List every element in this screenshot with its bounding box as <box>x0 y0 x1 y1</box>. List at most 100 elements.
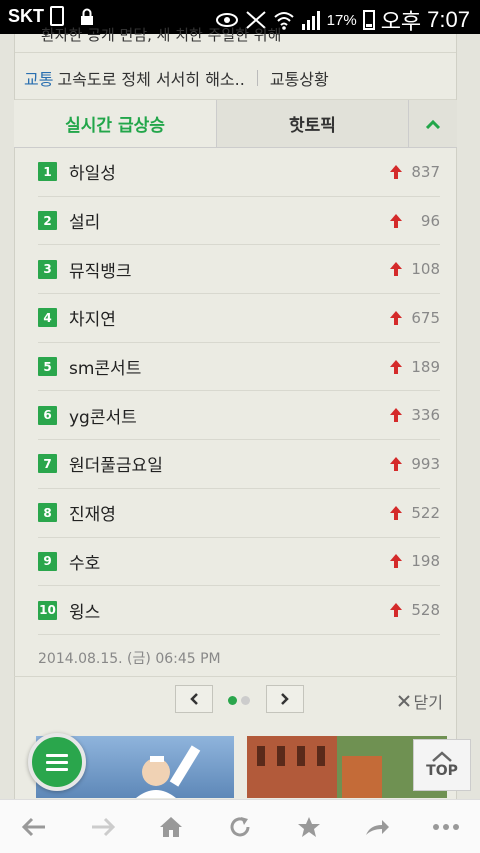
rank-badge: 3 <box>38 259 57 279</box>
rank-badge: 6 <box>38 405 57 425</box>
trending-item[interactable]: 1 하일성 837 <box>38 148 440 197</box>
share-icon <box>366 819 390 835</box>
close-label: 닫기 <box>413 693 443 712</box>
more-icon <box>432 823 459 830</box>
close-button[interactable]: 닫기 <box>397 689 443 713</box>
trending-item[interactable]: 4 차지연 675 <box>38 294 440 343</box>
trending-term: 원더풀금요일 <box>69 456 163 477</box>
trend-count: 837 <box>411 162 440 181</box>
trending-item[interactable]: 2 설리 96 <box>38 197 440 246</box>
chevron-left-icon <box>190 693 198 705</box>
battery-icon <box>362 10 375 30</box>
sim-icon <box>50 6 64 26</box>
trending-item[interactable]: 8 진재영 522 <box>38 489 440 538</box>
chevron-up-icon <box>432 751 452 762</box>
close-icon <box>397 695 410 707</box>
rank-badge: 8 <box>38 503 57 523</box>
arrow-up-icon <box>390 164 402 179</box>
rank-badge: 10 <box>38 600 57 620</box>
home-button[interactable] <box>137 816 206 838</box>
scroll-top-button[interactable]: TOP <box>413 739 471 791</box>
signal-icon <box>301 11 320 30</box>
trend-count: 336 <box>411 406 440 425</box>
reload-icon <box>230 816 250 836</box>
rank-badge: 9 <box>38 551 57 571</box>
top-label: TOP <box>426 763 458 779</box>
arrow-up-icon <box>390 456 402 471</box>
arrow-up-icon <box>390 554 402 569</box>
trending-term: sm콘서트 <box>69 359 142 380</box>
tab-hottopic[interactable]: 핫토픽 <box>217 100 409 147</box>
traffic-status-link[interactable]: 교통상황 <box>270 66 329 90</box>
prev-page-button[interactable] <box>175 685 213 713</box>
next-page-button[interactable] <box>266 685 304 713</box>
rank-badge: 1 <box>38 162 57 182</box>
chevron-right-icon <box>281 693 289 705</box>
divider <box>15 52 456 53</box>
trend-count: 189 <box>411 357 440 376</box>
rank-badge: 7 <box>38 454 57 474</box>
trending-term: yg콘서트 <box>69 407 137 428</box>
page-dot <box>241 696 250 705</box>
trending-item[interactable]: 3 뮤직뱅크 108 <box>38 245 440 295</box>
rank-badge: 4 <box>38 308 57 328</box>
arrow-up-icon <box>390 505 402 520</box>
menu-fab-button[interactable] <box>28 733 86 791</box>
update-timestamp: 2014.08.15. (금) 06:45 PM <box>38 651 221 667</box>
arrow-up-icon <box>390 603 402 618</box>
carrier-label: SKT <box>8 6 44 26</box>
trending-term: 진재영 <box>69 505 116 526</box>
ampm-label: 오후 <box>380 9 422 34</box>
trend-count: 993 <box>411 454 440 473</box>
forward-button[interactable] <box>69 817 138 837</box>
battery-percent: 17% <box>326 11 357 29</box>
forward-icon <box>91 817 115 836</box>
trend-count: 198 <box>411 552 440 571</box>
trending-item[interactable]: 10 윙스 528 <box>38 586 440 635</box>
trending-term: 윙스 <box>69 602 101 623</box>
page-dots <box>228 696 250 705</box>
arrow-up-icon <box>390 262 402 277</box>
arrow-up-icon <box>390 359 402 374</box>
arrow-up-icon <box>390 213 402 228</box>
hamburger-icon-line <box>46 753 68 757</box>
chevron-up-icon <box>425 119 441 129</box>
bookmark-button[interactable] <box>274 816 343 838</box>
traffic-news: 교통 고속도로 정체 서서히 해소.. 교통상황 <box>24 66 329 90</box>
browser-toolbar <box>0 799 480 853</box>
tab-realtime[interactable]: 실시간 급상승 <box>14 100 217 147</box>
hamburger-icon-line <box>46 767 68 771</box>
more-button[interactable] <box>411 823 480 831</box>
trending-item[interactable]: 9 수호 198 <box>38 538 440 587</box>
traffic-category[interactable]: 교통 <box>24 66 53 90</box>
share-button[interactable] <box>343 817 412 837</box>
trend-count: 528 <box>411 601 440 620</box>
trend-count: 522 <box>411 503 440 522</box>
trending-term: 차지연 <box>69 310 116 331</box>
reload-button[interactable] <box>206 815 275 839</box>
trending-list: 1 하일성 837 2 설리 96 3 뮤직뱅크 108 4 차지연 675 5 sm콘서트 189 6 yg콘… <box>38 148 440 635</box>
trend-count: 96 <box>420 211 440 230</box>
trending-item[interactable]: 6 yg콘서트 336 <box>38 391 440 441</box>
trend-count: 675 <box>411 308 440 327</box>
hamburger-icon-line <box>46 760 68 764</box>
trending-term: 뮤직뱅크 <box>69 261 132 282</box>
trending-term: 하일성 <box>69 164 116 185</box>
home-icon <box>160 816 183 837</box>
back-button[interactable] <box>0 817 69 837</box>
trending-item[interactable]: 5 sm콘서트 189 <box>38 343 440 392</box>
trending-item[interactable]: 7 원더풀금요일 993 <box>38 440 440 489</box>
collapse-button[interactable] <box>409 100 457 147</box>
pager: 닫기 <box>14 676 457 720</box>
arrow-up-icon <box>390 408 402 423</box>
divider <box>256 70 258 86</box>
rank-badge: 2 <box>38 211 57 231</box>
trending-term: 수호 <box>69 553 101 574</box>
trending-tabs: 실시간 급상승 핫토픽 <box>14 100 457 148</box>
back-icon <box>22 817 46 836</box>
traffic-headline[interactable]: 고속도로 정체 서서히 해소.. <box>57 66 244 90</box>
partial-headline[interactable]: 환자한 공개 면담, 새 치한 주일한 위해 <box>41 24 281 45</box>
page-dot-active <box>228 696 237 705</box>
arrow-up-icon <box>390 310 402 325</box>
bookmark-star-icon <box>297 816 320 837</box>
